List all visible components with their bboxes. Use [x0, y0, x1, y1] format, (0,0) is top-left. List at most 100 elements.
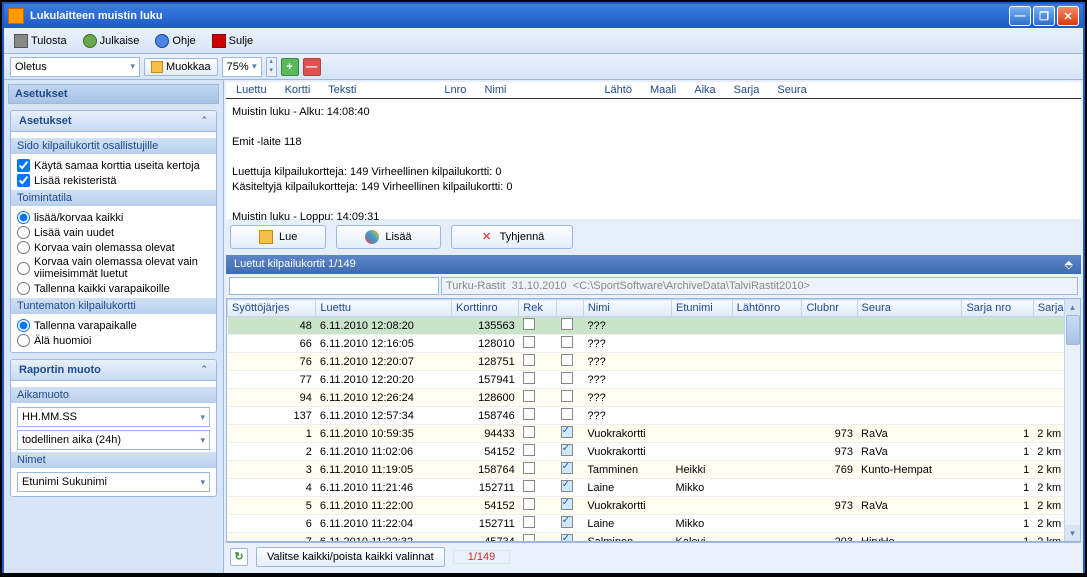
maximize-button[interactable]: ❐: [1033, 6, 1055, 26]
reg-checkbox[interactable]: [523, 480, 535, 492]
path-display[interactable]: [441, 277, 1078, 295]
publish-button[interactable]: Julkaise: [79, 32, 144, 50]
read-button[interactable]: Lue: [230, 225, 326, 249]
unknown-ignore[interactable]: Älä huomioi: [17, 333, 210, 348]
add-button[interactable]: +: [281, 58, 299, 76]
table-row[interactable]: 76.11.2010 11:22:3245734SalminenKalevi20…: [228, 533, 1080, 543]
column-header[interactable]: Lähtönro: [732, 300, 802, 317]
select-checkbox[interactable]: [561, 390, 573, 402]
zoom-spinner[interactable]: ▴▾: [266, 57, 277, 77]
refresh-button[interactable]: ↻: [230, 548, 248, 566]
scroll-down-icon[interactable]: ▾: [1065, 525, 1080, 541]
table-row[interactable]: 36.11.2010 11:19:05158764TamminenHeikki7…: [228, 461, 1080, 479]
filter-input[interactable]: [229, 277, 439, 295]
reg-checkbox[interactable]: [523, 390, 535, 402]
select-checkbox[interactable]: [561, 516, 573, 528]
reg-checkbox[interactable]: [523, 318, 535, 330]
reg-checkbox[interactable]: [523, 372, 535, 384]
select-checkbox[interactable]: [561, 498, 573, 510]
print-button[interactable]: Tulosta: [10, 32, 71, 50]
select-checkbox[interactable]: [561, 426, 573, 438]
column-header[interactable]: Nimi: [583, 300, 671, 317]
column-header[interactable]: Rek: [519, 300, 557, 317]
col-teksti[interactable]: Teksti: [328, 84, 356, 96]
titlebar[interactable]: Lukulaitteen muistin luku — ❐ ✕: [4, 4, 1083, 28]
settings-panel-header[interactable]: Asetukset⌃: [11, 111, 216, 132]
table-row[interactable]: 1376.11.2010 12:57:34158746???: [228, 407, 1080, 425]
table-row[interactable]: 946.11.2010 12:26:24128600???: [228, 389, 1080, 407]
scroll-thumb[interactable]: [1066, 315, 1080, 345]
close-button[interactable]: Sulje: [208, 32, 257, 50]
reg-checkbox[interactable]: [523, 534, 535, 542]
select-checkbox[interactable]: [561, 534, 573, 542]
select-checkbox[interactable]: [561, 354, 573, 366]
select-checkbox[interactable]: [561, 462, 573, 474]
select-checkbox[interactable]: [561, 318, 573, 330]
multi-use-checkbox[interactable]: Käytä samaa korttia useita kertoja: [17, 158, 210, 173]
column-header[interactable]: Luettu: [316, 300, 452, 317]
scroll-up-icon[interactable]: ▴: [1065, 299, 1080, 315]
toggle-all-button[interactable]: Valitse kaikki/poista kaikki valinnat: [256, 547, 445, 567]
data-grid[interactable]: SyöttöjärjesLuettuKorttinroRek NimiEtunim…: [226, 298, 1081, 542]
vertical-scrollbar[interactable]: ▴ ▾: [1064, 299, 1080, 541]
col-lnro[interactable]: Lnro: [444, 84, 466, 96]
col-aika[interactable]: Aika: [694, 84, 715, 96]
column-header[interactable]: [557, 300, 584, 317]
reg-checkbox[interactable]: [523, 444, 535, 456]
add-from-register-checkbox[interactable]: Lisää rekisteristä: [17, 173, 210, 188]
col-kortti[interactable]: Kortti: [285, 84, 311, 96]
col-maali[interactable]: Maali: [650, 84, 676, 96]
collapse-icon[interactable]: ⌃: [200, 364, 208, 376]
table-row[interactable]: 486.11.2010 12:08:20135563???: [228, 317, 1080, 335]
clear-button[interactable]: ✕Tyhjennä: [451, 225, 574, 249]
table-row[interactable]: 66.11.2010 11:22:04152711LaineMikko12 km: [228, 515, 1080, 533]
column-header[interactable]: Seura: [857, 300, 962, 317]
table-row[interactable]: 16.11.2010 10:59:3594433Vuokrakortti973R…: [228, 425, 1080, 443]
column-header[interactable]: Clubnr: [802, 300, 857, 317]
pin-icon[interactable]: ⬘: [1065, 258, 1073, 271]
table-row[interactable]: 766.11.2010 12:20:07128751???: [228, 353, 1080, 371]
spin-down-icon[interactable]: ▾: [267, 67, 276, 76]
table-row[interactable]: 666.11.2010 12:16:05128010???: [228, 335, 1080, 353]
mode-add-replace-all[interactable]: lisää/korvaa kaikki: [17, 210, 210, 225]
reg-checkbox[interactable]: [523, 426, 535, 438]
report-format-header[interactable]: Raportin muoto⌃: [11, 360, 216, 381]
mode-add-new[interactable]: Lisää vain uudet: [17, 225, 210, 240]
edit-button[interactable]: Muokkaa: [144, 58, 218, 76]
column-header[interactable]: Sarja nro: [962, 300, 1033, 317]
mode-replace-latest[interactable]: Korvaa vain olemassa olevat vain viimeis…: [17, 255, 210, 281]
time-format-combo[interactable]: HH.MM.SS: [17, 407, 210, 427]
reg-checkbox[interactable]: [523, 498, 535, 510]
zoom-combo[interactable]: 75%: [222, 57, 262, 77]
col-luettu[interactable]: Luettu: [236, 84, 267, 96]
table-row[interactable]: 56.11.2010 11:22:0054152Vuokrakortti973R…: [228, 497, 1080, 515]
add-action-button[interactable]: Lisää: [336, 225, 440, 249]
select-checkbox[interactable]: [561, 336, 573, 348]
column-header[interactable]: Etunimi: [672, 300, 733, 317]
select-checkbox[interactable]: [561, 372, 573, 384]
reg-checkbox[interactable]: [523, 408, 535, 420]
column-header[interactable]: Korttinro: [452, 300, 519, 317]
table-row[interactable]: 26.11.2010 11:02:0654152Vuokrakortti973R…: [228, 443, 1080, 461]
select-checkbox[interactable]: [561, 408, 573, 420]
remove-button[interactable]: —: [303, 58, 321, 76]
reg-checkbox[interactable]: [523, 462, 535, 474]
reg-checkbox[interactable]: [523, 354, 535, 366]
table-row[interactable]: 776.11.2010 12:20:20157941???: [228, 371, 1080, 389]
name-format-combo[interactable]: Etunimi Sukunimi: [17, 472, 210, 492]
minimize-button[interactable]: —: [1009, 6, 1031, 26]
select-checkbox[interactable]: [561, 480, 573, 492]
mode-replace-existing[interactable]: Korvaa vain olemassa olevat: [17, 240, 210, 255]
collapse-icon[interactable]: ⌃: [200, 115, 208, 127]
spin-up-icon[interactable]: ▴: [267, 58, 276, 67]
column-header[interactable]: Syöttöjärjes: [228, 300, 316, 317]
col-seura[interactable]: Seura: [777, 84, 806, 96]
mode-save-reserve[interactable]: Tallenna kaikki varapaikoille: [17, 281, 210, 296]
col-nimi[interactable]: Nimi: [484, 84, 506, 96]
help-button[interactable]: Ohje: [151, 32, 199, 50]
table-row[interactable]: 46.11.2010 11:21:46152711LaineMikko12 km: [228, 479, 1080, 497]
reg-checkbox[interactable]: [523, 516, 535, 528]
reg-checkbox[interactable]: [523, 336, 535, 348]
preset-combo[interactable]: Oletus: [10, 57, 140, 77]
time-type-combo[interactable]: todellinen aika (24h): [17, 430, 210, 450]
